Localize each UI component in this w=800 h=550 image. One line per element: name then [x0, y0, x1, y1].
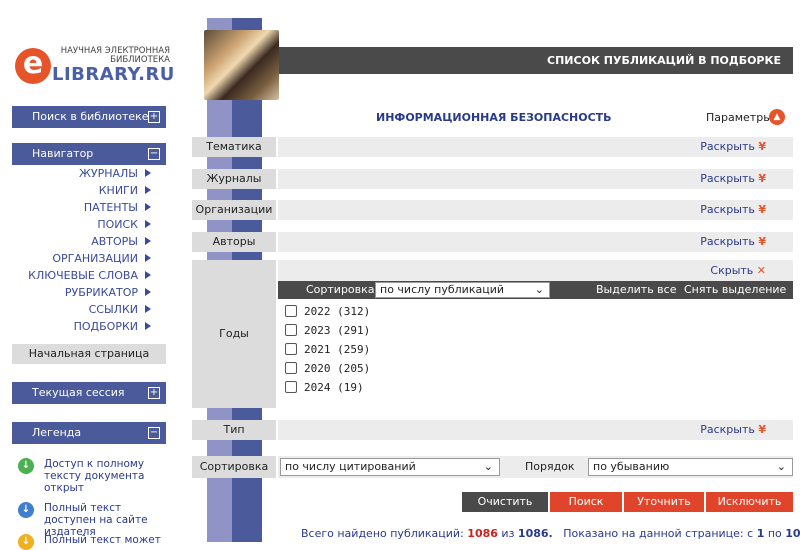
nav-item-search[interactable]: ПОИСК	[12, 217, 166, 232]
filter-authors-label: Авторы	[192, 232, 276, 252]
chevron-down-icon: ⌄	[534, 283, 544, 296]
sorting-label: Сортировка	[192, 456, 276, 478]
checkbox[interactable]	[285, 324, 297, 336]
checkbox[interactable]	[285, 362, 297, 374]
select-all-link[interactable]: Выделить все	[596, 281, 676, 299]
legend-header[interactable]: Легенда −	[12, 422, 166, 444]
chevron-up-icon[interactable]: ▲	[769, 109, 785, 125]
chevron-down-icon: ¥	[758, 423, 766, 436]
arrow-right-icon	[145, 254, 151, 262]
arrow-right-icon	[145, 203, 151, 211]
chevron-down-icon: ¥	[758, 140, 766, 153]
current-session-header[interactable]: Текущая сессия +	[12, 382, 166, 404]
expand-plus-icon[interactable]: +	[148, 111, 160, 123]
search-library-header[interactable]: Поиск в библиотеке +	[12, 106, 166, 128]
current-session-label: Текущая сессия	[32, 386, 125, 399]
nav-item-patents[interactable]: ПАТЕНТЫ	[12, 200, 166, 215]
arrow-right-icon	[145, 322, 151, 330]
chevron-down-icon: ¥	[758, 172, 766, 185]
nav-item-authors[interactable]: АВТОРЫ	[12, 234, 166, 249]
nav-item-collections[interactable]: ПОДБОРКИ	[12, 319, 166, 334]
legend-label: Легенда	[32, 426, 82, 439]
filter-authors-expand[interactable]: Раскрыть ¥	[700, 235, 766, 248]
logo-text[interactable]: LIBRARY.RU	[52, 64, 174, 85]
navigator-label: Навигатор	[32, 147, 94, 160]
deselect-all-link[interactable]: Снять выделение	[684, 281, 786, 299]
arrow-right-icon	[145, 305, 151, 313]
logo-e-icon[interactable]: e	[15, 48, 51, 84]
clear-button[interactable]: Очистить	[462, 492, 548, 512]
filter-topics-expand[interactable]: Раскрыть ¥	[700, 140, 766, 153]
years-sort-select[interactable]: по числу публикаций ⌄	[375, 282, 550, 298]
year-option[interactable]: 2023 (291)	[285, 324, 370, 337]
arrow-right-icon	[145, 220, 151, 228]
year-option[interactable]: 2024 (19)	[285, 381, 364, 394]
refine-button[interactable]: Уточнить	[624, 492, 704, 512]
filter-topics-label: Тематика	[192, 137, 276, 157]
logo-caption: НАУЧНАЯ ЭЛЕКТРОННАЯ БИБЛИОТЕКА	[60, 46, 170, 65]
year-option[interactable]: 2021 (259)	[285, 343, 370, 356]
nav-item-books[interactable]: КНИГИ	[12, 183, 166, 198]
close-icon: ✕	[756, 264, 766, 277]
order-label: Порядок	[525, 460, 575, 473]
search-button[interactable]: Поиск	[550, 492, 622, 512]
year-option[interactable]: 2020 (205)	[285, 362, 370, 375]
filter-type-expand[interactable]: Раскрыть ¥	[700, 423, 766, 436]
legend-item-open-access: ↓ Доступ к полному тексту документа откр…	[18, 458, 168, 494]
filter-type-label: Тип	[192, 420, 276, 440]
years-sort-bar: Сортировка: по числу публикаций ⌄ Выделит…	[278, 281, 793, 299]
chevron-down-icon: ⌄	[483, 460, 493, 473]
arrow-right-icon	[145, 237, 151, 245]
arrow-right-icon	[145, 271, 151, 279]
nav-item-keywords[interactable]: КЛЮЧЕВЫЕ СЛОВА	[12, 268, 166, 283]
legend-item-publisher: ↓ Полный текст доступен на сайте издател…	[18, 502, 168, 538]
chevron-down-icon: ⌄	[776, 460, 786, 473]
navigator-header[interactable]: Навигатор −	[12, 143, 166, 165]
collection-title: ИНФОРМАЦИОННАЯ БЕЗОПАСНОСТЬ	[376, 111, 612, 124]
filter-journals-label: Журналы	[192, 169, 276, 189]
filter-years-collapse[interactable]: Скрыть ✕	[710, 264, 766, 277]
nav-item-rubricator[interactable]: РУБРИКАТОР	[12, 285, 166, 300]
download-green-icon: ↓	[18, 458, 34, 474]
filter-journals-expand[interactable]: Раскрыть ¥	[700, 172, 766, 185]
checkbox[interactable]	[285, 381, 297, 393]
search-library-label: Поиск в библиотеке	[32, 110, 149, 123]
arrow-right-icon	[145, 186, 151, 194]
page-title-bar: СПИСОК ПУБЛИКАЦИЙ В ПОДБОРКЕ	[279, 47, 793, 74]
arrow-right-icon	[145, 169, 151, 177]
exclude-button[interactable]: Исключить	[706, 492, 793, 512]
results-summary: Всего найдено публикаций: 1086 из 1086. …	[301, 527, 800, 540]
download-blue-icon: ↓	[18, 502, 34, 518]
params-link[interactable]: Параметры	[706, 111, 772, 124]
filter-years-label: Годы	[192, 260, 276, 408]
checkbox[interactable]	[285, 305, 297, 317]
year-option[interactable]: 2022 (312)	[285, 305, 370, 318]
start-page-link[interactable]: Начальная страница	[12, 344, 166, 364]
chevron-down-icon: ¥	[758, 203, 766, 216]
order-select[interactable]: по убыванию ⌄	[588, 458, 793, 476]
arrow-right-icon	[145, 288, 151, 296]
sorting-select[interactable]: по числу цитирований ⌄	[280, 458, 500, 476]
collapse-minus-icon[interactable]: −	[148, 427, 160, 439]
header-photo	[204, 30, 279, 100]
filter-orgs-label: Организации	[192, 200, 276, 220]
nav-item-journals[interactable]: ЖУРНАЛЫ	[12, 166, 166, 181]
years-sort-label: Сортировка:	[306, 283, 379, 296]
collapse-minus-icon[interactable]: −	[148, 148, 160, 160]
download-yellow-icon: ↓	[18, 534, 34, 550]
page-title: СПИСОК ПУБЛИКАЦИЙ В ПОДБОРКЕ	[547, 54, 781, 67]
nav-item-links[interactable]: ССЫЛКИ	[12, 302, 166, 317]
checkbox[interactable]	[285, 343, 297, 355]
filter-orgs-expand[interactable]: Раскрыть ¥	[700, 203, 766, 216]
expand-plus-icon[interactable]: +	[148, 387, 160, 399]
legend-item-partial: ↓ Полный текст может	[18, 534, 168, 550]
nav-item-organizations[interactable]: ОРГАНИЗАЦИИ	[12, 251, 166, 266]
chevron-down-icon: ¥	[758, 235, 766, 248]
